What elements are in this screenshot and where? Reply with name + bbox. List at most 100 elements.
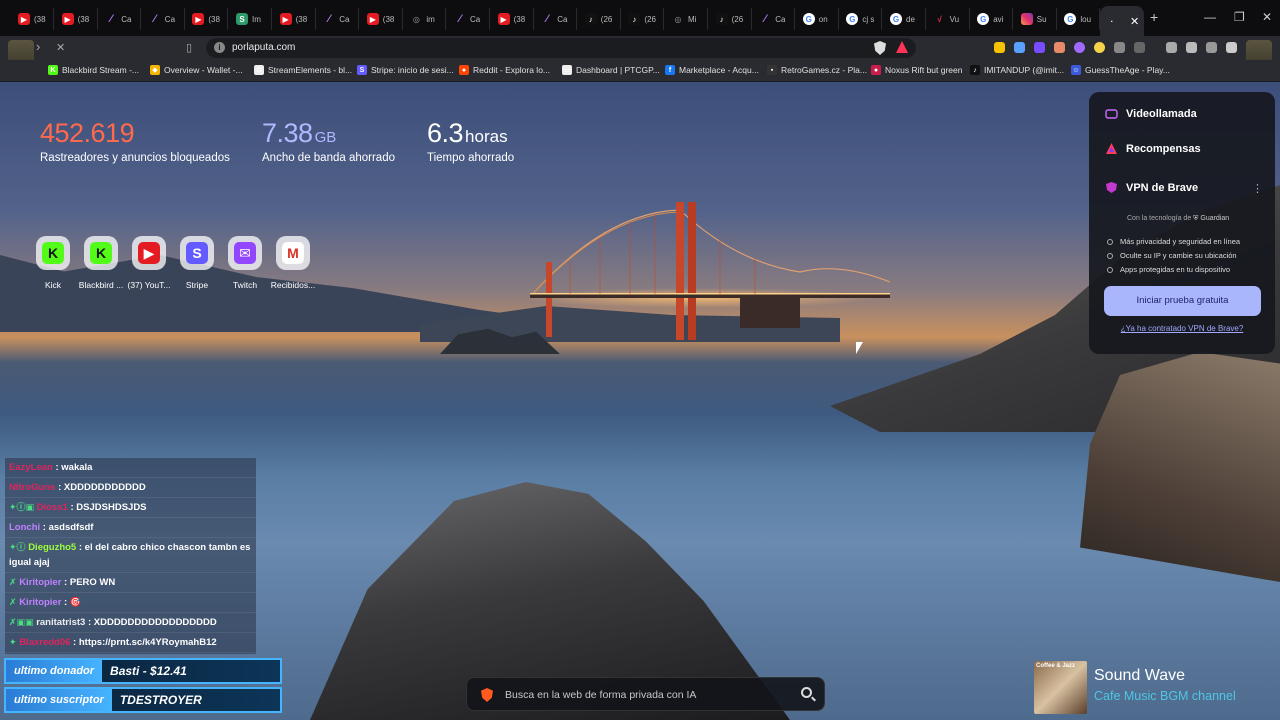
guardian-text: Guardian [1200, 215, 1230, 222]
chat-username: Blaxredd06 [19, 637, 71, 648]
top-site-icon-tile[interactable]: K [84, 236, 118, 270]
top-site-tile[interactable]: ▶ (37) YouT... [124, 236, 174, 290]
tab[interactable]: ▶ (38 [361, 8, 403, 30]
extensions-puzzle-icon[interactable] [1114, 42, 1125, 53]
tab[interactable]: ▶ (38 [186, 8, 229, 30]
extension-icon[interactable] [994, 42, 1005, 53]
tab[interactable]: ▶ (38 [492, 8, 534, 30]
forward-icon[interactable]: › [36, 39, 40, 54]
top-site-tile[interactable]: K Kick [28, 236, 78, 290]
top-site-tile[interactable]: S Stripe [172, 236, 222, 290]
extension-icon[interactable] [1054, 42, 1065, 53]
top-site-icon-tile[interactable]: ✉ [228, 236, 262, 270]
tab[interactable]: √ Vu [928, 8, 970, 30]
powered-by-text: Con la tecnología de [1127, 215, 1192, 222]
bookmark-item[interactable]: ◆ Overview - Wallet -... [150, 65, 243, 75]
search-box[interactable]: Busca en la web de forma privada con IA [466, 677, 825, 711]
bookmark-item[interactable]: S Stripe: inicio de sesi... [357, 65, 454, 75]
tab[interactable]: ⁄ Ca [143, 8, 185, 30]
brave-rewards-icon[interactable] [896, 41, 908, 53]
tab[interactable]: ⁄ Ca [753, 8, 796, 30]
tab[interactable]: ◎ im [404, 8, 447, 30]
rewards-widget[interactable]: Recompensas [1105, 142, 1201, 155]
tab[interactable]: ⁄ Ca [317, 8, 360, 30]
more-options-icon[interactable]: ⋮ [1252, 182, 1263, 195]
extension-icon[interactable] [1094, 42, 1105, 53]
google-icon: G [1064, 13, 1077, 25]
top-site-name: (37) YouT... [127, 280, 171, 290]
check-icon [1107, 266, 1113, 273]
tab[interactable]: ⁄ Ca [99, 8, 142, 30]
bookmark-item[interactable]: ☺ GuessTheAge - Play... [1071, 65, 1170, 75]
extension-icon[interactable] [1134, 42, 1145, 53]
tab[interactable]: ▶ (38 [274, 8, 316, 30]
bookmark-item[interactable]: ⚙ StreamElements - bl... [254, 65, 352, 75]
top-site-name: Blackbird ... [78, 280, 124, 290]
bookmark-label: IMITANDUP (@imit... [984, 65, 1065, 75]
top-site-tile[interactable]: M Recibidos... [268, 236, 318, 290]
top-site-icon-tile[interactable]: S [180, 236, 214, 270]
tab[interactable]: ♪ (26 [622, 8, 665, 30]
brave-shields-icon[interactable] [874, 41, 886, 55]
bookmark-item[interactable]: ● Reddit - Explora lo... [459, 65, 550, 75]
tab-title: avi [993, 14, 1004, 24]
bookmark-label: Stripe: inicio de sesi... [371, 65, 454, 75]
tab[interactable]: Gon [797, 8, 839, 30]
top-site-icon-tile[interactable]: M [276, 236, 310, 270]
bookmark-item[interactable]: f Marketplace - Acqu... [665, 65, 759, 75]
tab[interactable]: S Im [230, 8, 272, 30]
tab[interactable]: Su [1015, 8, 1057, 30]
top-site-tile[interactable]: ✉ Twitch [220, 236, 270, 290]
sidebar-icon[interactable] [1186, 42, 1197, 53]
tab-title: (38 [295, 14, 308, 24]
extension-icon[interactable] [1034, 42, 1045, 53]
top-site-icon-tile[interactable]: K [36, 236, 70, 270]
site-info-icon[interactable]: i [214, 42, 225, 53]
wallet-icon[interactable] [1206, 42, 1217, 53]
tab[interactable]: ♪ (26 [579, 8, 621, 30]
bookmark-icon[interactable]: ▯ [186, 41, 192, 54]
window-close-icon[interactable]: ✕ [1262, 10, 1272, 24]
top-site-tile[interactable]: K Blackbird ... [76, 236, 126, 290]
bookmark-item[interactable]: ♪ IMITANDUP (@imit... [970, 65, 1064, 75]
tab[interactable]: Gde [884, 8, 926, 30]
new-tab-button[interactable]: + [1150, 9, 1158, 25]
minimize-icon[interactable]: — [1204, 10, 1216, 24]
search-icon[interactable] [801, 687, 812, 698]
tab-title: Ca [557, 14, 568, 24]
brave-widgets-panel: Videollamada Recompensas VPN de Brave ⋮ … [1089, 92, 1275, 354]
bookmark-item[interactable]: ▪ RetroGames.cz - Pla... [767, 65, 867, 75]
url-text[interactable]: porlaputa.com [232, 42, 295, 53]
check-icon [1107, 238, 1113, 245]
bookmark-item[interactable]: K Blackbird Stream -... [48, 65, 139, 75]
bookmark-item[interactable]: ▭ Dashboard | PTCGP... [562, 65, 660, 75]
close-tab-icon[interactable]: ✕ [1130, 15, 1139, 28]
address-bar[interactable]: i porlaputa.com [206, 38, 916, 58]
tab[interactable]: Gavi [971, 8, 1014, 30]
bookmark-item[interactable]: ● Noxus Rift but green [871, 65, 962, 75]
restore-icon[interactable]: ❐ [1234, 10, 1245, 24]
tab[interactable]: Glou [1058, 8, 1101, 30]
tab[interactable]: ▶ (38 [12, 8, 54, 30]
start-trial-button[interactable]: Iniciar prueba gratuita [1104, 286, 1261, 316]
tab[interactable]: ♪ (26 [710, 8, 752, 30]
tab[interactable]: ▶ (38 [56, 8, 98, 30]
extension-icon[interactable] [1014, 42, 1025, 53]
tab[interactable]: Gcj s [840, 8, 883, 30]
tab-title: (38 [208, 14, 220, 24]
top-site-icon-tile[interactable]: ▶ [132, 236, 166, 270]
media-icon[interactable] [1166, 42, 1177, 53]
stop-loading-icon[interactable]: ✕ [56, 41, 65, 54]
tab[interactable]: ⁄ Ca [448, 8, 490, 30]
leo-icon[interactable] [1226, 42, 1237, 53]
search-placeholder[interactable]: Busca en la web de forma privada con IA [505, 689, 696, 701]
tab-title: im [426, 14, 435, 24]
tab-title: (26 [731, 14, 744, 24]
tab[interactable]: ◎ Mi [666, 8, 708, 30]
tab[interactable]: ⁄ Ca [535, 8, 578, 30]
already-purchased-link[interactable]: ¿Ya ha contratado VPN de Brave? [1089, 324, 1275, 333]
tab-active[interactable]: · ✕ [1100, 6, 1144, 36]
extension-icon[interactable] [1074, 42, 1085, 53]
recibidos-icon: M [282, 242, 304, 264]
videocall-widget[interactable]: Videollamada [1105, 107, 1197, 120]
